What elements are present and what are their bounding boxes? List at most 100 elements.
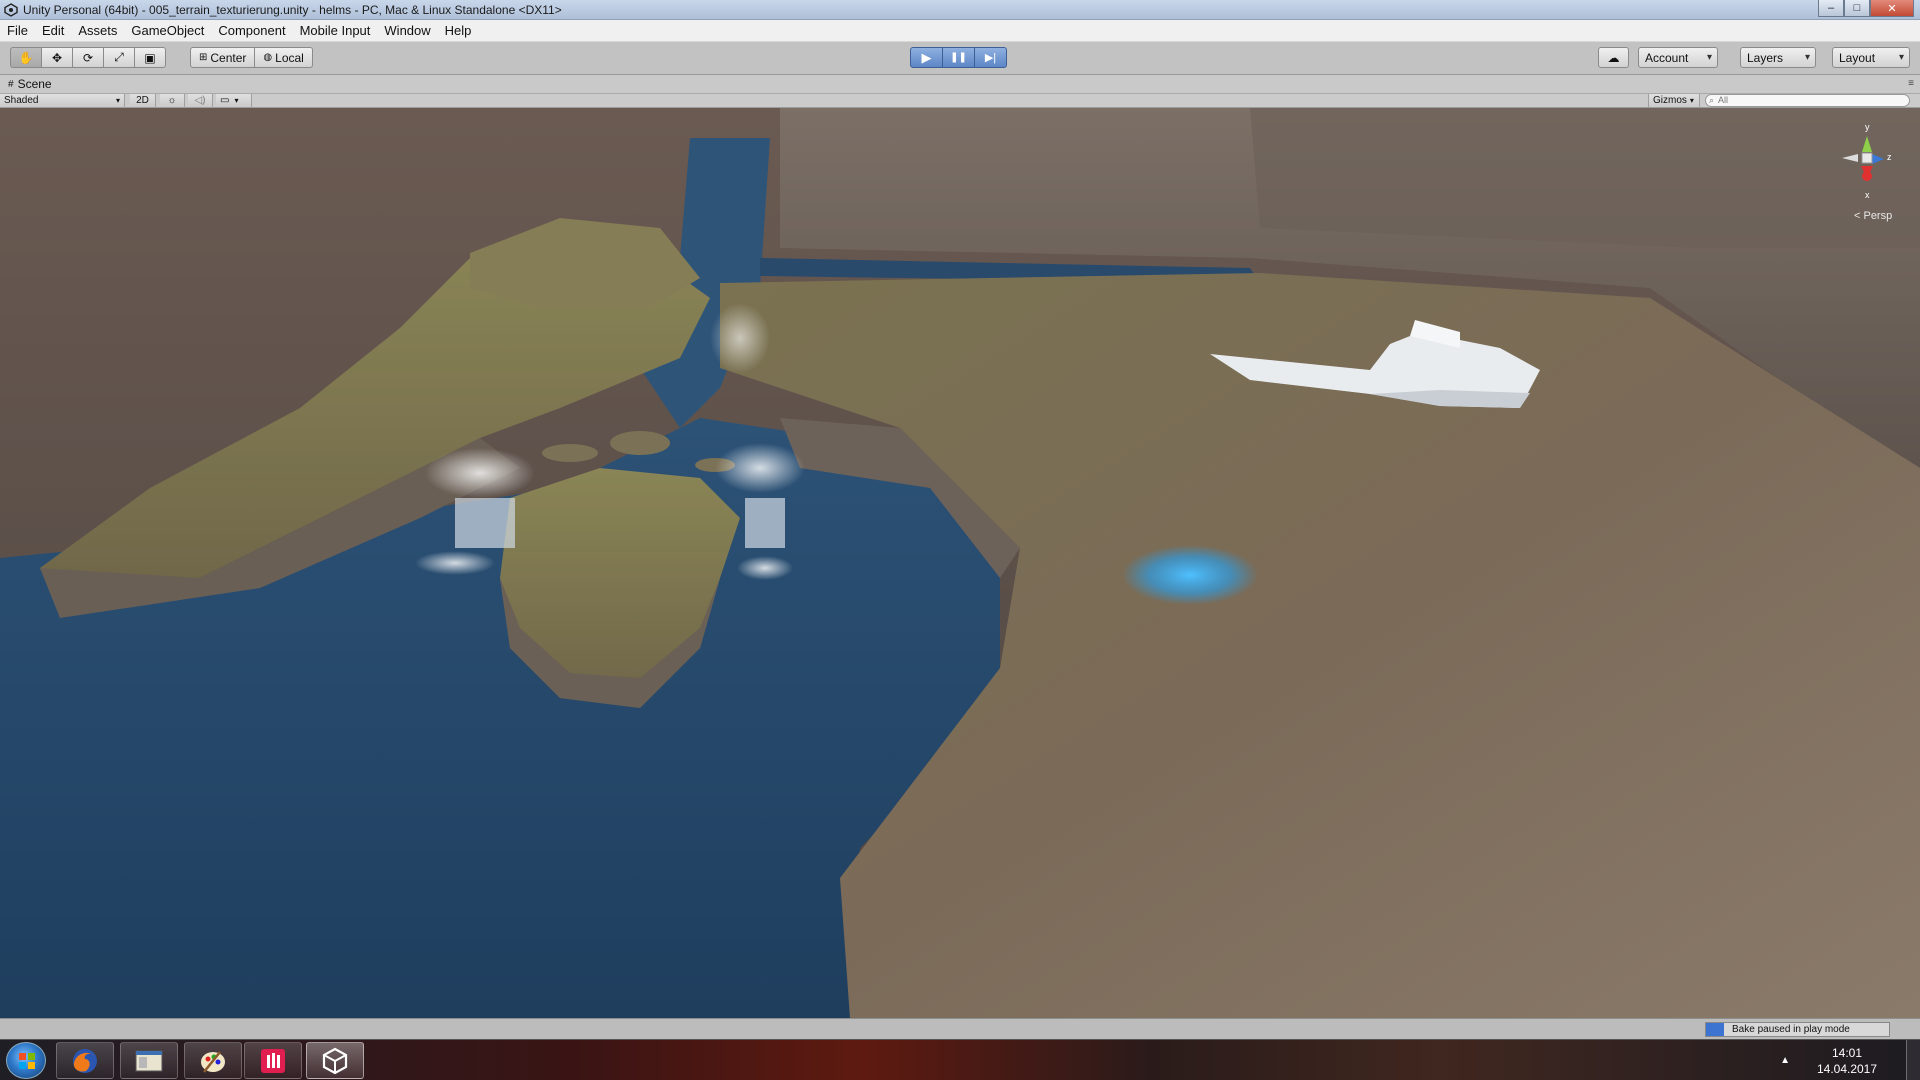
layout-dropdown[interactable]: Layout (1832, 47, 1910, 68)
menu-window[interactable]: Window (377, 23, 437, 38)
taskbar-explorer[interactable] (120, 1042, 178, 1079)
taskbar-firefox[interactable] (56, 1042, 114, 1079)
menu-help[interactable]: Help (438, 23, 479, 38)
paint-icon (201, 1050, 225, 1073)
pivot-icon: ⊞ (199, 52, 208, 63)
red-app-icon (261, 1048, 285, 1073)
file-explorer-icon (135, 1050, 163, 1071)
menu-edit[interactable]: Edit (35, 23, 71, 38)
scene-search-placeholder: All (1718, 95, 1729, 105)
pause-icon: ❚❚ (950, 52, 967, 63)
menu-assets[interactable]: Assets (71, 23, 124, 38)
start-button[interactable] (6, 1042, 46, 1079)
gizmo-x-label: x (1865, 190, 1870, 200)
system-tray: ▲ 14:01 14.04.2017 (1780, 1040, 1920, 1080)
maximize-button[interactable]: □ (1844, 0, 1870, 17)
rotate-tool-icon: ⟳ (82, 50, 94, 65)
firefox-icon (73, 1048, 97, 1073)
tray-expand-icon[interactable]: ▲ (1780, 1055, 1790, 1066)
move-tool-button[interactable]: ✥ (41, 47, 73, 68)
menu-gameobject[interactable]: GameObject (124, 23, 211, 38)
pivot-center-label: Center (210, 50, 247, 65)
orientation-gizmo[interactable]: y z x < Persp (1832, 116, 1902, 222)
pivot-center-button[interactable]: ⊞ Center (190, 47, 256, 68)
menu-component[interactable]: Component (211, 23, 292, 38)
scene-tab-bar: # Scene ≡ (0, 75, 1920, 94)
status-bar: Bake paused in play mode (0, 1018, 1920, 1039)
window-titlebar: Unity Personal (64bit) - 005_terrain_tex… (0, 0, 1920, 20)
playback-controls: ▶ ❚❚ ▶| (910, 47, 1007, 68)
terrain-render (0, 108, 1920, 1018)
projection-label[interactable]: < Persp (1854, 210, 1892, 222)
menu-file[interactable]: File (0, 23, 35, 38)
shading-mode-label: Shaded (4, 95, 39, 106)
rect-tool-button[interactable]: ▣ (134, 47, 166, 68)
tab-scene-label: Scene (17, 77, 52, 91)
step-icon: ▶| (984, 52, 997, 64)
windows-taskbar: ▲ 14:01 14.04.2017 (0, 1039, 1920, 1080)
bake-progress: Bake paused in play mode (1705, 1022, 1890, 1037)
scale-tool-icon: ⤢ (114, 50, 124, 64)
layout-label: Layout (1839, 50, 1876, 65)
sun-icon: ☼ (167, 95, 177, 106)
lighting-toggle[interactable]: ☼ (160, 94, 185, 107)
show-desktop-button[interactable] (1906, 1040, 1920, 1080)
scene-toolbar: Shaded ▾ 2D ☼ ◁) ▭ ▾ Gizmos ▾ ⌕ All (0, 94, 1920, 108)
unity-icon (322, 1047, 348, 1074)
pivot-controls: ⊞ Center ◍ Local (190, 47, 313, 68)
tab-menu-icon[interactable]: ≡ (1908, 78, 1914, 89)
globe-icon: ◍ (263, 52, 273, 63)
search-icon: ⌕ (1709, 95, 1715, 105)
chevron-down-icon: ▾ (1689, 96, 1694, 105)
audio-toggle[interactable]: ◁) (188, 94, 213, 107)
minimize-button[interactable]: – (1818, 0, 1844, 17)
rotate-tool-button[interactable]: ⟳ (72, 47, 104, 68)
play-button[interactable]: ▶ (910, 47, 943, 68)
2d-toggle-label: 2D (136, 95, 149, 106)
hand-tool-button[interactable]: ✋ (10, 47, 42, 68)
pause-button[interactable]: ❚❚ (942, 47, 975, 68)
clock-time: 14:01 (1831, 1045, 1863, 1060)
taskbar-clock[interactable]: 14:01 14.04.2017 (1812, 1045, 1882, 1077)
scene-viewport[interactable]: y z x < Persp (0, 108, 1920, 1018)
menu-bar: File Edit Assets GameObject Component Mo… (0, 20, 1920, 42)
menu-mobile-input[interactable]: Mobile Input (293, 23, 378, 38)
clock-date: 14.04.2017 (1816, 1061, 1878, 1076)
window-title: Unity Personal (64bit) - 005_terrain_tex… (23, 2, 562, 17)
cloud-button[interactable]: ☁ (1598, 47, 1629, 68)
transform-tools: ✋ ✥ ⟳ ⤢ ▣ (10, 47, 166, 68)
close-button[interactable]: ✕ (1870, 0, 1914, 17)
scene-grid-icon: # (8, 78, 14, 90)
layers-dropdown[interactable]: Layers (1740, 47, 1816, 68)
gizmo-z-label: z (1887, 152, 1892, 162)
scale-tool-button[interactable]: ⤢ (103, 47, 135, 68)
gizmos-label: Gizmos (1653, 95, 1687, 106)
account-dropdown[interactable]: Account (1638, 47, 1718, 68)
taskbar-paint[interactable] (184, 1042, 242, 1079)
chevron-down-icon: ▾ (115, 96, 120, 105)
play-icon: ▶ (921, 49, 932, 65)
scene-search-input[interactable]: ⌕ All (1705, 94, 1910, 107)
taskbar-unity[interactable] (306, 1042, 364, 1079)
gizmos-dropdown[interactable]: Gizmos ▾ (1648, 94, 1700, 107)
tab-scene[interactable]: # Scene (8, 77, 52, 91)
step-button[interactable]: ▶| (974, 47, 1007, 68)
layers-label: Layers (1747, 50, 1784, 65)
pivot-rotation-button[interactable]: ◍ Local (254, 47, 313, 68)
unity-logo-icon (4, 2, 18, 17)
bake-status-text: Bake paused in play mode (1732, 1024, 1850, 1035)
effects-dropdown[interactable]: ▭ ▾ (216, 94, 252, 107)
cloud-icon: ☁ (1607, 50, 1620, 65)
account-label: Account (1645, 50, 1689, 65)
move-tool-icon: ✥ (51, 50, 63, 65)
main-toolbar: ✋ ✥ ⟳ ⤢ ▣ ⊞ Center ◍ Local ▶ ❚❚ ▶| ☁ Acc… (0, 42, 1920, 75)
image-icon: ▭ (220, 95, 230, 106)
taskbar-red-app[interactable] (244, 1042, 302, 1079)
shading-mode-dropdown[interactable]: Shaded ▾ (0, 94, 125, 107)
2d-toggle[interactable]: 2D (130, 94, 156, 107)
speaker-icon: ◁) (194, 95, 206, 106)
hand-tool-icon: ✋ (18, 50, 34, 65)
rect-tool-icon: ▣ (144, 50, 156, 65)
chevron-down-icon: ▾ (234, 96, 239, 105)
bake-progress-fill (1706, 1023, 1725, 1036)
